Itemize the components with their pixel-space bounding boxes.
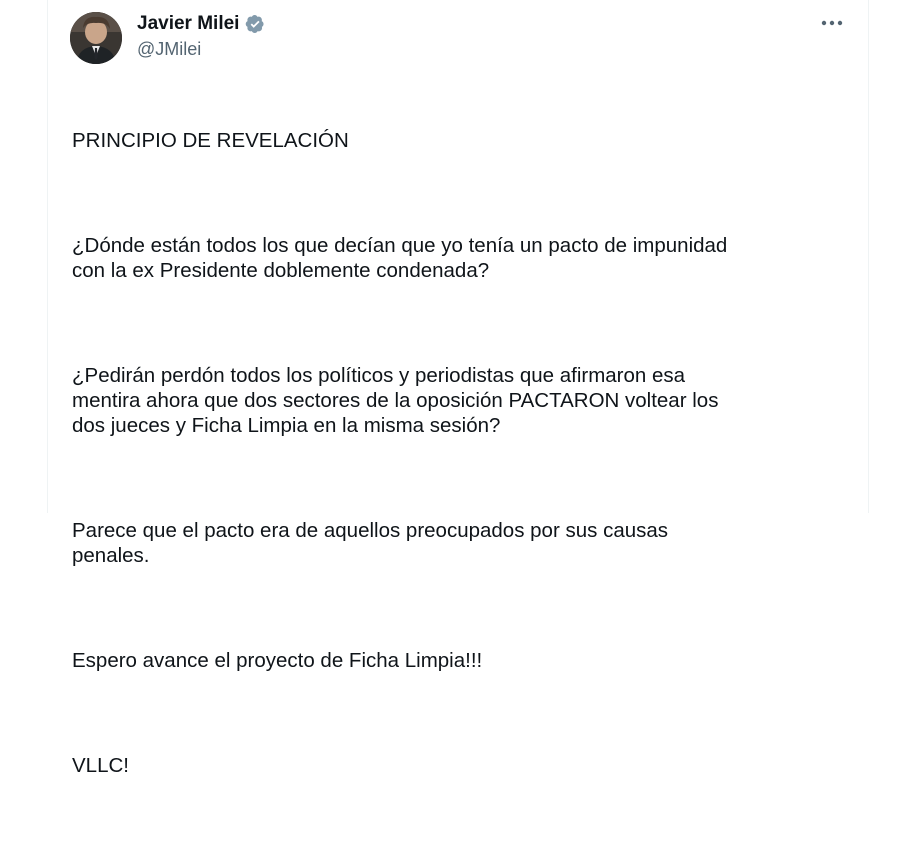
tweet-paragraph: VLLC! <box>72 754 129 777</box>
tweet-card: Javier Milei @JMilei PRINCIPIO DE REVELA… <box>47 0 869 777</box>
author-name-row: Javier Milei <box>137 12 265 36</box>
verified-badge-icon[interactable] <box>245 14 265 34</box>
tweet-paragraph: ¿Pedirán perdón todos los políticos y pe… <box>72 364 719 437</box>
author-display-name[interactable]: Javier Milei <box>137 12 239 36</box>
tweet-text: PRINCIPIO DE REVELACIÓN ¿Dónde están tod… <box>72 78 852 858</box>
more-options-button[interactable] <box>820 14 844 32</box>
tweet-paragraph: Parece que el pacto era de aquellos preo… <box>72 519 669 567</box>
tweet-paragraph: Espero avance el proyecto de Ficha Limpi… <box>72 649 483 672</box>
tweet-paragraph: PRINCIPIO DE REVELACIÓN <box>72 129 349 152</box>
tweet-paragraph: ¿Dónde están todos los que decían que yo… <box>72 234 728 282</box>
more-horizontal-icon <box>821 20 843 26</box>
author-handle[interactable]: @JMilei <box>137 38 201 60</box>
avatar-photo-icon <box>70 12 122 64</box>
avatar[interactable] <box>70 12 122 64</box>
